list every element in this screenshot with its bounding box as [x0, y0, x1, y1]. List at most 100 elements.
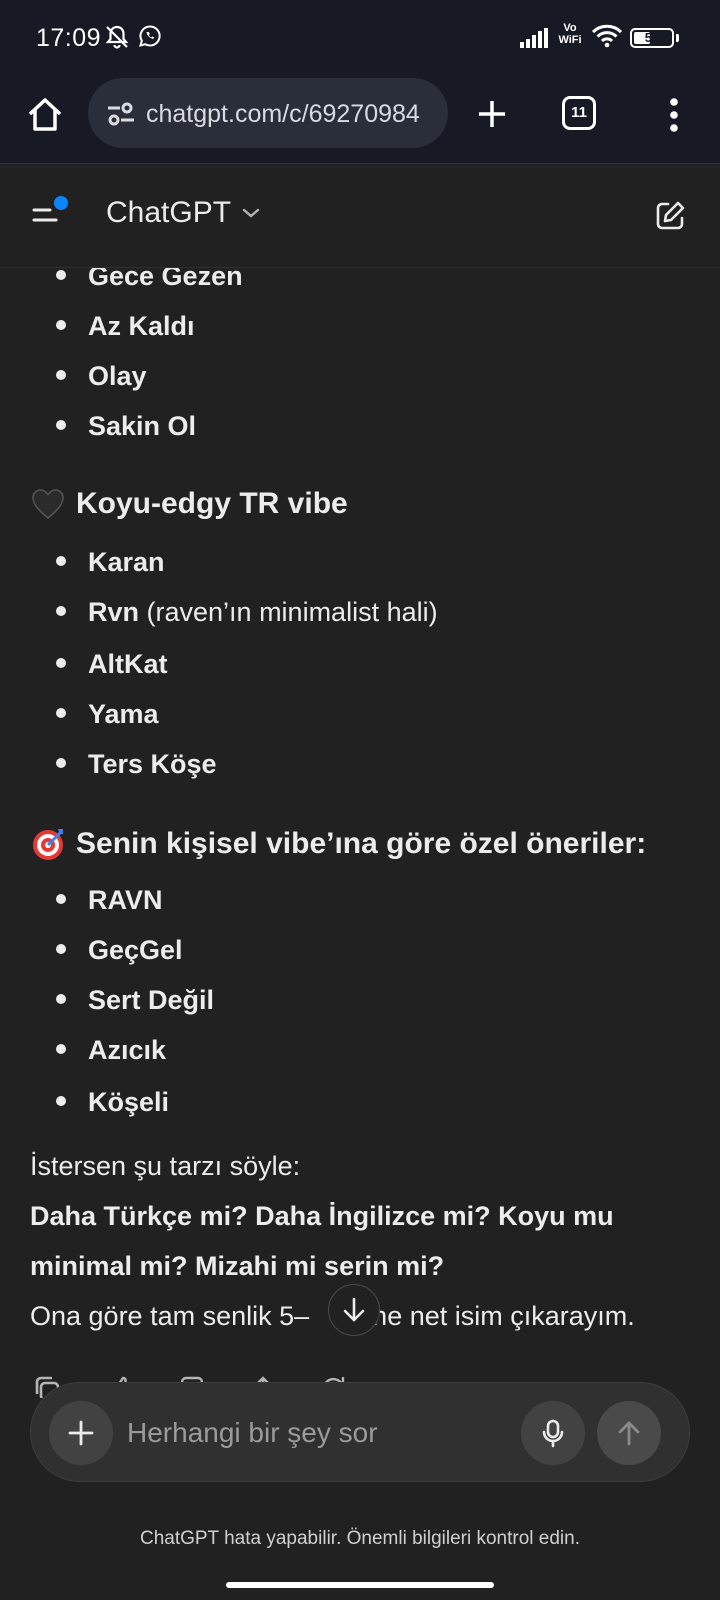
list-item-text: RAVN: [88, 878, 163, 922]
wifi-icon: [591, 24, 623, 53]
list-item: Gece Gezen: [0, 268, 720, 298]
battery-percent: 51: [644, 30, 660, 45]
target-emoji: [33, 829, 63, 860]
vowifi-bottom: WiFi: [558, 34, 582, 46]
model-selector[interactable]: ChatGPT: [106, 196, 261, 230]
paragraph-bold: minimal mi? Mizahi mi serin mi?: [30, 1251, 445, 1281]
send-icon: [618, 1421, 640, 1446]
model-title: ChatGPT: [106, 196, 232, 229]
list-item-text: AltKat: [88, 642, 168, 686]
more-menu-button[interactable]: [654, 90, 694, 140]
name-bold: AltKat: [88, 649, 168, 679]
list-item: GeçGel: [0, 928, 720, 972]
sidebar-button[interactable]: [30, 194, 74, 238]
list-item-text: Gece Gezen: [88, 268, 243, 298]
list-item: Olay: [0, 354, 720, 398]
edit-icon: [656, 201, 685, 230]
name-bold: RAVN: [88, 885, 163, 915]
name-bold: Gece Gezen: [88, 268, 243, 291]
attach-button[interactable]: [49, 1401, 113, 1465]
list-item: Azıcık: [0, 1028, 720, 1072]
vowifi-indicator: Vo WiFi: [556, 22, 584, 46]
bullet: [56, 1096, 66, 1106]
vowifi-top: Vo: [563, 22, 577, 34]
url-bar[interactable]: chatgpt.com/c/69270984: [88, 78, 448, 148]
list-item-text: Yama: [88, 692, 159, 736]
chevron-down-icon: [242, 208, 260, 218]
black-heart-emoji: [32, 489, 64, 519]
signal-icon: [520, 28, 550, 53]
paragraph-bold: Daha Türkçe mi? Daha İngilizce mi? Koyu …: [30, 1201, 614, 1231]
home-icon: [28, 98, 62, 131]
tabs-button[interactable]: 11: [562, 96, 596, 130]
paragraph-end: ane net isim çıkarayım.: [357, 1301, 635, 1331]
bullet: [56, 1044, 66, 1054]
bullet: [56, 708, 66, 718]
list-item: Sert Değil: [0, 978, 720, 1022]
list-item-text: Rvn (raven’ın minimalist hali): [88, 590, 438, 634]
bullet: [56, 556, 66, 566]
name-bold: Ters Köşe: [88, 749, 217, 779]
bullet: [56, 320, 66, 330]
bullet: [56, 606, 66, 616]
name-bold: Köşeli: [88, 1087, 170, 1117]
more-vert-icon: [670, 98, 678, 132]
list-item: Sakin Ol: [0, 404, 720, 448]
arrow-down-icon: [343, 1297, 365, 1322]
new-tab-button[interactable]: [468, 90, 516, 138]
list-item: RAVN: [0, 878, 720, 922]
status-time: 17:09: [36, 24, 102, 52]
disclaimer-text: ChatGPT hata yapabilir. Önemli bilgileri…: [139, 1528, 581, 1549]
name-bold: Azıcık: [88, 1035, 167, 1065]
section-title-text: Senin kişisel vibe’ına göre özel önerile…: [76, 827, 647, 860]
bell-off-icon: [104, 24, 130, 55]
voice-input-button[interactable]: [521, 1401, 585, 1465]
mic-icon: [542, 1419, 564, 1448]
send-button[interactable]: [597, 1401, 661, 1465]
message-input[interactable]: [127, 1411, 507, 1455]
name-bold: Karan: [88, 547, 165, 577]
list-item-text: Sakin Ol: [88, 404, 196, 448]
message-composer: [30, 1382, 690, 1482]
list-item: Rvn (raven’ın minimalist hali): [0, 590, 720, 634]
name-bold: Sakin Ol: [88, 411, 197, 441]
name-bold: Sert Değil: [88, 985, 215, 1015]
site-settings-icon[interactable]: [106, 102, 136, 126]
plus-icon: [68, 1420, 94, 1446]
name-bold: Yama: [88, 699, 159, 729]
list-item-text: Ters Köşe: [88, 742, 217, 786]
chat-header: ChatGPT: [0, 164, 720, 268]
list-item: Köşeli: [0, 1080, 720, 1124]
whatsapp-icon: [138, 24, 162, 53]
list-item-text: Azıcık: [88, 1028, 166, 1072]
bullet: [56, 758, 66, 768]
battery-tip: [676, 34, 679, 42]
scroll-to-bottom-button[interactable]: [328, 1284, 380, 1336]
home-indicator[interactable]: [226, 1582, 494, 1588]
bullet: [56, 270, 66, 280]
bullet: [56, 420, 66, 430]
bullet: [56, 658, 66, 668]
chat-content: Gece Gezen Az Kaldı Olay Sakin Ol Koyu-e…: [0, 268, 720, 1398]
name-note: (raven’ın minimalist hali): [139, 597, 438, 627]
bullet: [56, 894, 66, 904]
list-item-text: Karan: [88, 540, 165, 584]
name-bold: GeçGel: [88, 935, 183, 965]
bullet: [56, 944, 66, 954]
name-bold: Rvn: [88, 597, 140, 627]
list-item-text: Sert Değil: [88, 978, 214, 1022]
list-item: Ters Köşe: [0, 742, 720, 786]
list-item: Karan: [0, 540, 720, 584]
notification-dot: [54, 196, 68, 210]
list-item-text: Olay: [88, 354, 147, 398]
bullet: [56, 370, 66, 380]
section-heading: Senin kişisel vibe’ına göre özel önerile…: [30, 822, 646, 866]
new-chat-button[interactable]: [652, 198, 688, 234]
url-text[interactable]: chatgpt.com/c/69270984: [146, 100, 436, 129]
list-item-text: Az Kaldı: [88, 304, 195, 348]
section-heading: Koyu-edgy TR vibe: [30, 482, 348, 526]
bullet: [56, 994, 66, 1004]
home-button[interactable]: [22, 92, 68, 138]
list-item: Az Kaldı: [0, 304, 720, 348]
list-item-text: Köşeli: [88, 1080, 169, 1124]
